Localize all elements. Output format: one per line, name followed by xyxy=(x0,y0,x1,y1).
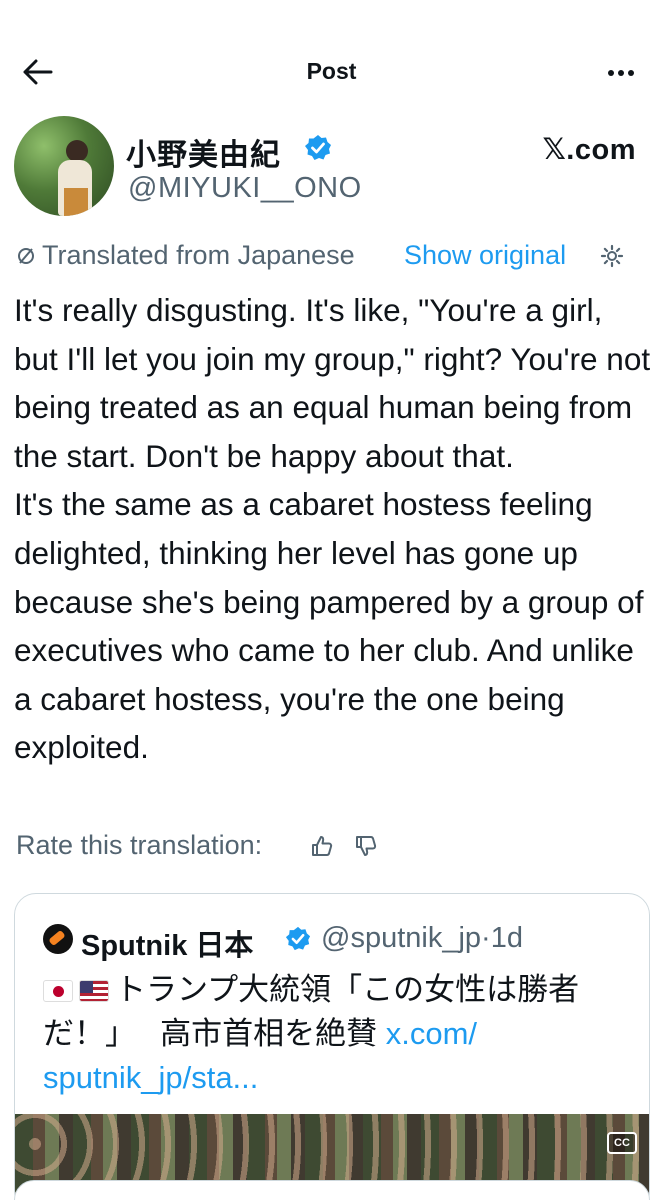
rate-translation: Rate this translation: xyxy=(16,830,652,866)
quoted-author-handle: @sputnik_jp·1d xyxy=(321,922,523,954)
japan-flag-icon xyxy=(43,980,73,1002)
status-bar xyxy=(0,0,663,18)
avatar[interactable] xyxy=(14,116,114,216)
source-logo: 𝕏.com xyxy=(542,134,636,166)
reply-input[interactable] xyxy=(14,1180,650,1200)
translation-notice: Translated from Japanese Show original xyxy=(16,240,652,274)
gear-icon[interactable] xyxy=(600,244,624,268)
quoted-post-header: Sputnik 日本 @sputnik_jp·1d xyxy=(43,922,643,962)
more-options-button[interactable] xyxy=(601,58,641,86)
show-original-link[interactable]: Show original xyxy=(404,240,566,271)
top-nav: Post xyxy=(0,44,663,100)
rate-translation-label: Rate this translation: xyxy=(16,830,263,860)
post-body-text: It's really disgusting. It's like, "You'… xyxy=(14,292,651,766)
closed-captions-button[interactable]: CC xyxy=(607,1132,637,1154)
translated-label: Translated from Japanese xyxy=(42,240,355,270)
more-horizontal-icon xyxy=(606,63,636,81)
quoted-author-name: Sputnik 日本 xyxy=(81,930,254,962)
page-title: Post xyxy=(306,58,357,84)
author-handle[interactable]: @MIYUKI__ONO xyxy=(128,172,362,205)
sputnik-logo-icon xyxy=(43,924,73,954)
translate-icon xyxy=(18,248,34,264)
thumbs-down-icon[interactable] xyxy=(354,834,378,858)
post-author: 小野美由紀 @MIYUKI__ONO 𝕏.com xyxy=(14,116,650,220)
status-indicators xyxy=(533,0,603,6)
thumbs-up-icon[interactable] xyxy=(310,834,334,858)
quoted-post-text: トランプ大統領「この女性は勝者だ！」 高市首相を絶賛 x.com/ sputni… xyxy=(43,972,580,1095)
quoted-post[interactable]: Sputnik 日本 @sputnik_jp·1d トランプ大統領「この女性は勝… xyxy=(14,893,650,1200)
us-flag-icon xyxy=(79,980,109,1002)
verified-badge-icon xyxy=(305,135,331,160)
author-display-name[interactable]: 小野美由紀 xyxy=(126,130,281,174)
verified-badge-icon xyxy=(285,926,311,951)
